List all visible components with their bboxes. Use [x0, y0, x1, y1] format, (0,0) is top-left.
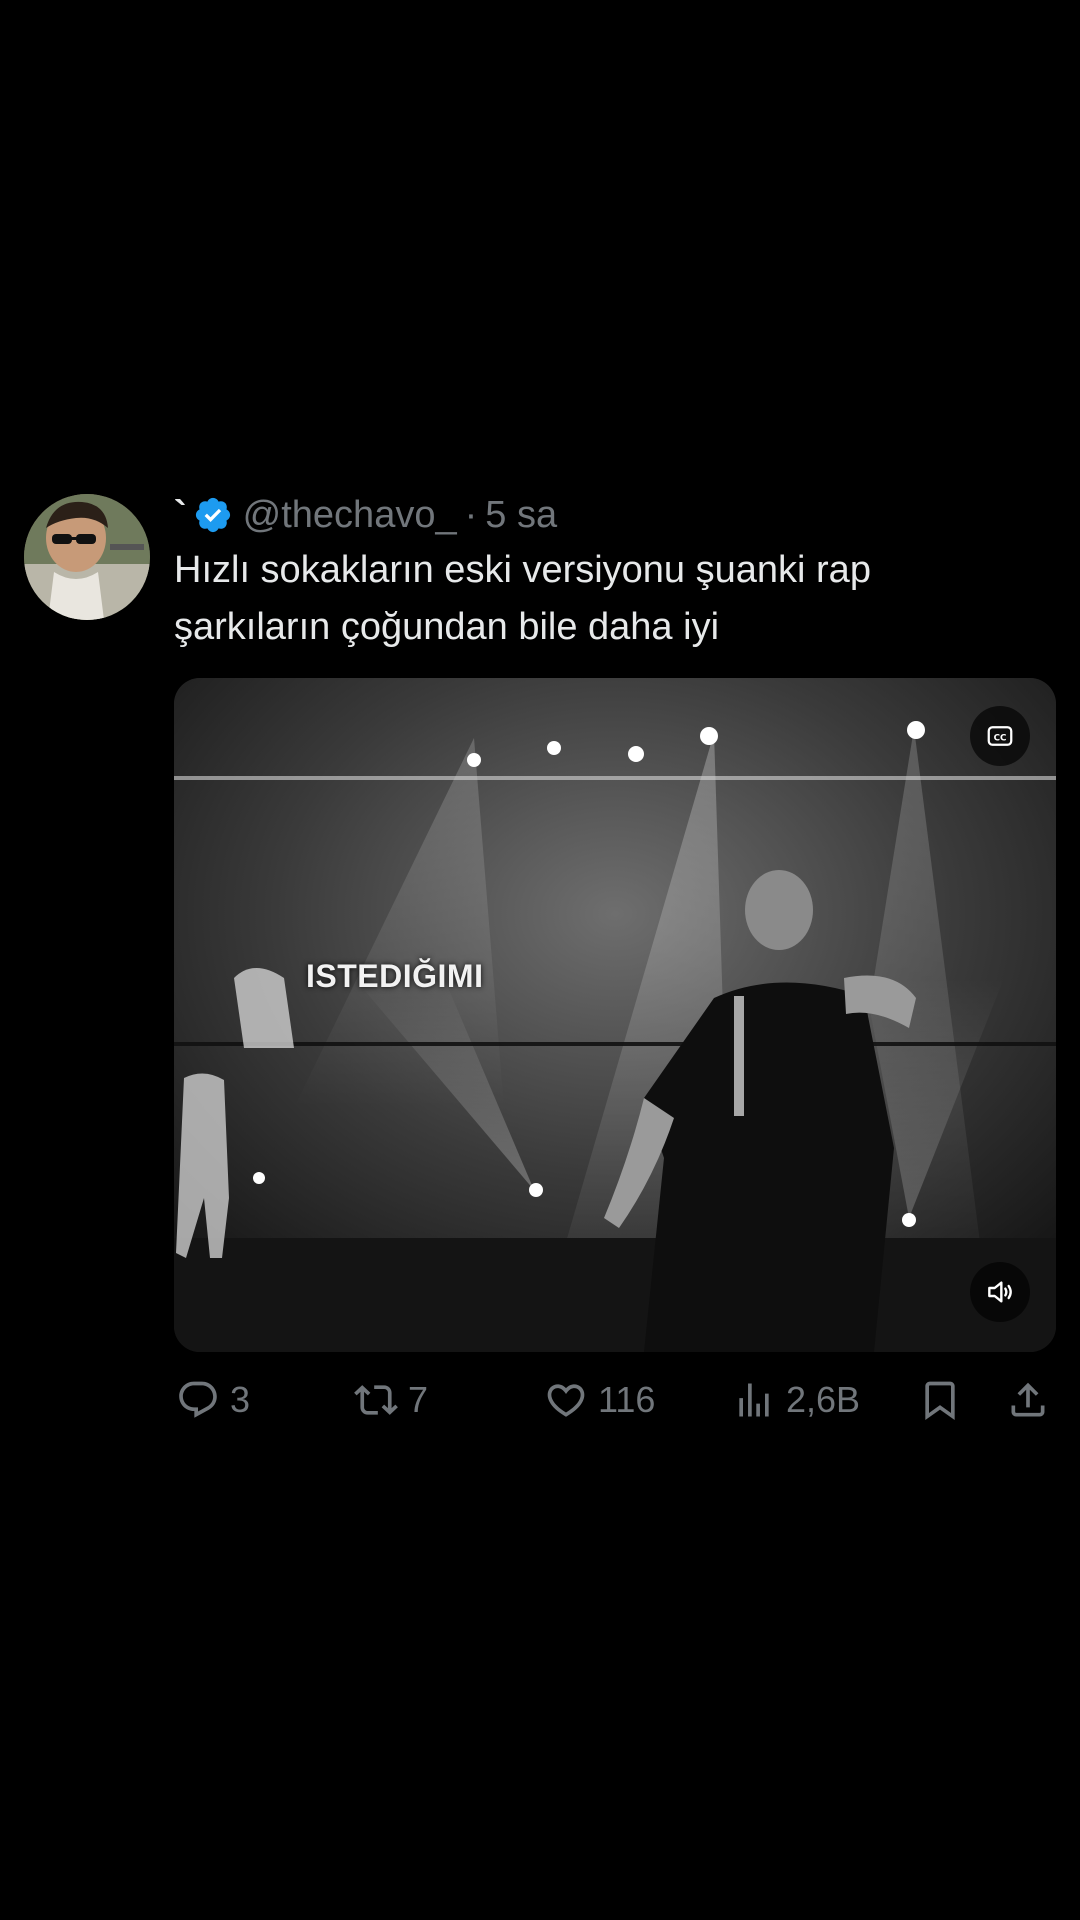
view-count: 2,6B	[786, 1379, 861, 1420]
user-handle[interactable]: @thechavo_	[243, 494, 457, 537]
video-player[interactable]: ISTEDIĞIMI CC	[174, 678, 1056, 1352]
separator-dot: ·	[464, 493, 478, 536]
tweet-actions: 3 7 116 2,6B	[174, 1370, 1056, 1430]
retweet-icon	[354, 1385, 398, 1415]
timestamp[interactable]: 5 sa	[485, 494, 557, 537]
reply-button[interactable]: 3	[176, 1370, 250, 1430]
analytics-icon	[739, 1383, 769, 1417]
tweet-header: ` @thechavo_ · 5 sa	[174, 490, 557, 540]
closed-captions-button[interactable]: CC	[970, 706, 1030, 766]
closed-captions-icon: CC	[987, 726, 1013, 746]
views-button[interactable]: 2,6B	[732, 1370, 860, 1430]
like-button[interactable]: 116	[544, 1370, 655, 1430]
verified-badge-icon	[195, 497, 230, 533]
mute-button[interactable]	[970, 1262, 1030, 1322]
heart-icon	[547, 1384, 585, 1417]
video-caption-overlay: ISTEDIĞIMI	[306, 958, 484, 994]
bookmark-button[interactable]	[918, 1370, 962, 1430]
share-button[interactable]	[1006, 1370, 1050, 1430]
reply-count: 3	[230, 1379, 251, 1420]
bookmark-icon	[925, 1381, 955, 1421]
retweet-count: 7	[408, 1379, 429, 1420]
speaker-icon	[988, 1281, 1012, 1303]
like-count: 116	[598, 1379, 656, 1420]
tweet-text: Hızlı sokakların eski versiyonu şuanki r…	[174, 549, 871, 648]
retweet-button[interactable]: 7	[354, 1370, 428, 1430]
display-name[interactable]: `	[174, 494, 187, 537]
share-icon	[1011, 1382, 1045, 1417]
svg-text:CC: CC	[994, 733, 1007, 743]
avatar[interactable]	[24, 494, 150, 620]
tweet[interactable]: ` @thechavo_ · 5 sa Hızlı sokakların esk…	[0, 490, 1080, 1440]
reply-icon	[179, 1381, 217, 1418]
video-frame	[174, 678, 1056, 1352]
